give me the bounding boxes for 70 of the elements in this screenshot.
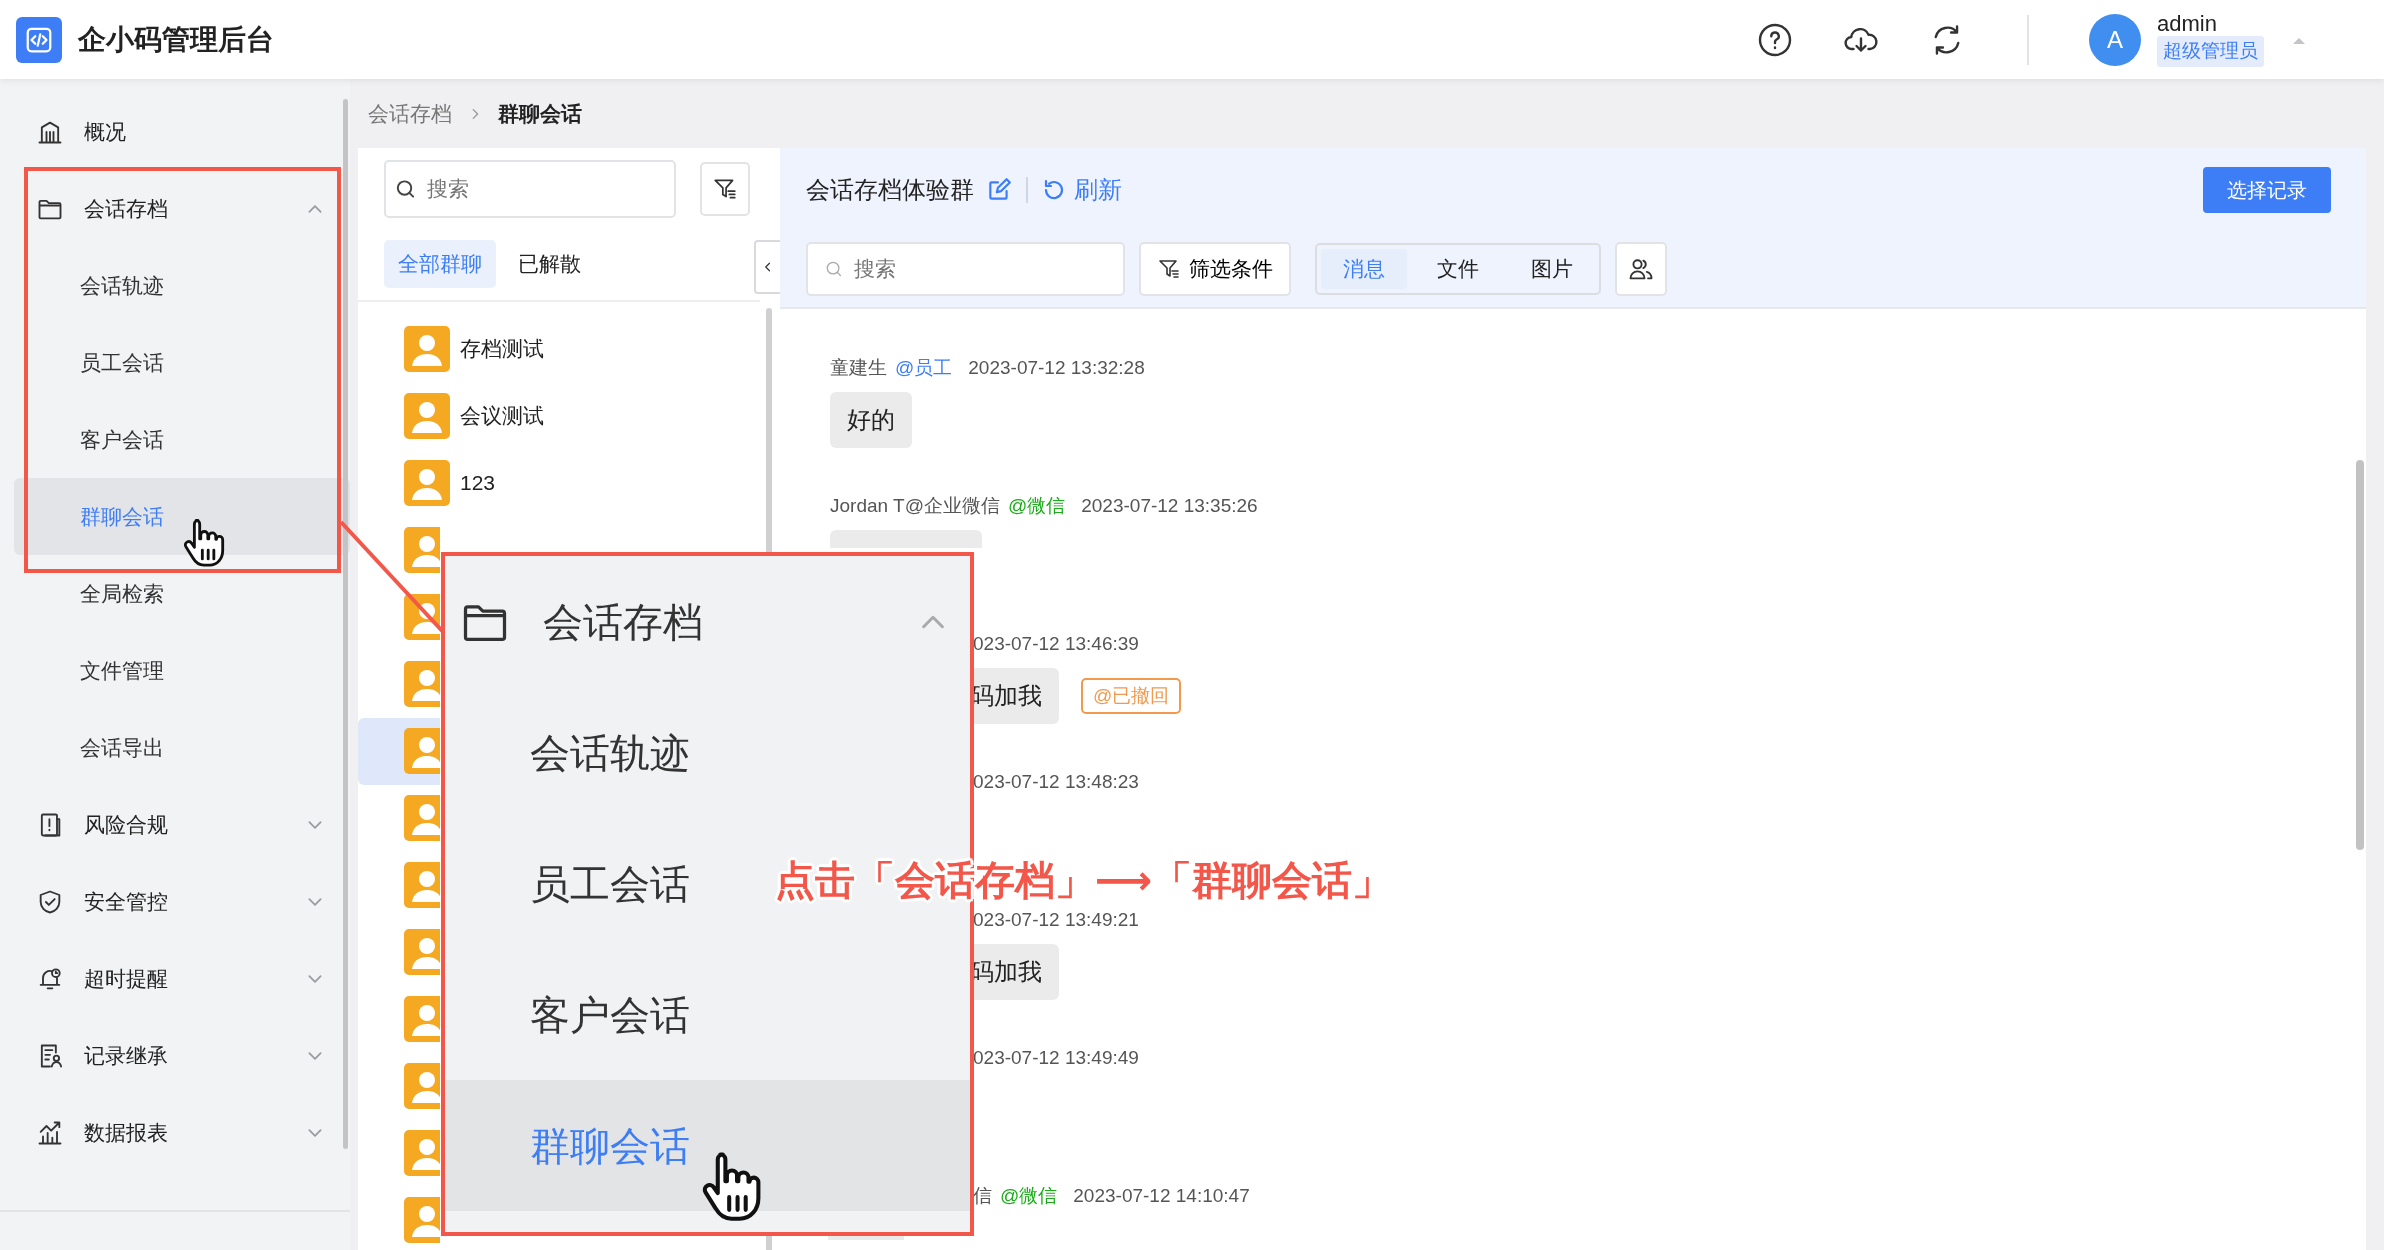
sidebar-subitem[interactable]: 员工会话 — [14, 324, 350, 401]
sender-name: 信 — [973, 1184, 992, 1208]
tab[interactable]: 文件 — [1415, 249, 1501, 289]
group-avatar-icon — [404, 326, 450, 372]
app-title: 企小码管理后台 — [78, 22, 274, 57]
filter-button[interactable] — [700, 162, 750, 216]
breadcrumb-item: 群聊会话 — [498, 100, 582, 127]
sender-name: 童建生 — [830, 356, 887, 380]
select-records-button[interactable]: 选择记录 — [2203, 167, 2331, 213]
sidebar-item[interactable]: 记录继承 — [0, 1017, 350, 1094]
sidebar-item[interactable]: 超时提醒 — [0, 940, 350, 1017]
sidebar-subitem[interactable]: 会话导出 — [14, 709, 350, 786]
message-time: 023-07-12 13:49:21 — [973, 908, 1139, 932]
user-name: admin — [2157, 12, 2218, 37]
collapse-panel-button[interactable] — [754, 240, 782, 294]
group-avatar-icon — [404, 1197, 440, 1243]
message-time: 023-07-12 13:46:39 — [973, 632, 1139, 656]
sender-tag: @微信 — [1007, 491, 1066, 521]
group-list-item[interactable]: 会议测试 — [358, 382, 758, 450]
recalled-tag: @已撤回 — [1081, 677, 1182, 715]
group-list-item[interactable]: 存档测试 — [358, 315, 758, 383]
group-list-item[interactable]: 123 — [358, 449, 758, 517]
group-avatar-icon — [404, 728, 440, 774]
sidebar-item[interactable]: 会话存档 — [0, 170, 350, 247]
group-avatar-icon — [404, 1130, 440, 1176]
sidebar-subitem[interactable]: 会话轨迹 — [14, 247, 350, 324]
sidebar-item[interactable]: 安全管控 — [0, 863, 350, 940]
search-input[interactable]: 搜索 — [425, 172, 667, 206]
group-avatar-icon — [404, 527, 440, 573]
edit-icon[interactable] — [986, 177, 1012, 203]
sidebar-subitem[interactable]: 全局检索 — [14, 555, 350, 632]
message-time: 2023-07-12 13:32:28 — [968, 356, 1145, 380]
tab[interactable]: 图片 — [1509, 249, 1595, 289]
members-button[interactable] — [1615, 242, 1667, 296]
sender-tag: @员工 — [895, 353, 953, 383]
sender-name: Jordan T@企业微信 — [830, 494, 1000, 518]
group-avatar-icon — [404, 460, 450, 506]
filter-button[interactable]: 筛选条件 — [1139, 242, 1291, 296]
sidebar-subitem[interactable]: 文件管理 — [14, 632, 350, 709]
message-time: 023-07-12 13:48:23 — [973, 770, 1139, 794]
group-avatar-icon — [404, 661, 440, 707]
filter-icon — [1157, 257, 1181, 281]
filter-icon — [712, 176, 739, 202]
message-bubble: 好的 — [830, 392, 912, 448]
search-field[interactable]: 搜索 — [806, 242, 1125, 296]
sidebar-item[interactable]: 概况 — [0, 93, 350, 170]
group-avatar-icon — [404, 996, 440, 1042]
search-field[interactable]: 搜索 — [384, 160, 677, 218]
refresh-icon — [1042, 178, 1066, 202]
scrollbar-thumb[interactable] — [2356, 460, 2364, 850]
sidebar-subitem[interactable]: 客户会话 — [14, 401, 350, 478]
breadcrumb-item[interactable]: 会话存档 — [368, 97, 452, 130]
group-list-row[interactable] — [358, 717, 440, 785]
group-avatar-icon — [404, 795, 440, 841]
message-time: 023-07-12 13:49:49 — [973, 1046, 1139, 1070]
tab[interactable]: 已解散 — [504, 240, 595, 288]
sender-tag: @微信 — [1000, 1181, 1058, 1211]
role-badge: 超级管理员 — [2157, 36, 2264, 67]
group-avatar-icon — [404, 1063, 440, 1109]
group-avatar-icon — [404, 862, 440, 908]
sidebar-item[interactable]: 数据报表 — [0, 1094, 350, 1171]
message-time: 2023-07-12 13:35:26 — [1081, 494, 1258, 518]
chat-title: 会话存档体验群 — [806, 175, 974, 205]
group-avatar-icon — [404, 393, 450, 439]
message-time: 2023-07-12 14:10:47 — [1073, 1184, 1250, 1208]
help-icon[interactable] — [1757, 21, 1793, 58]
sidebar-item[interactable]: 风险合规 — [0, 786, 350, 863]
group-avatar-icon — [404, 929, 440, 975]
scrollbar-thumb[interactable] — [343, 99, 348, 1149]
search-input[interactable]: 搜索 — [851, 252, 1107, 286]
